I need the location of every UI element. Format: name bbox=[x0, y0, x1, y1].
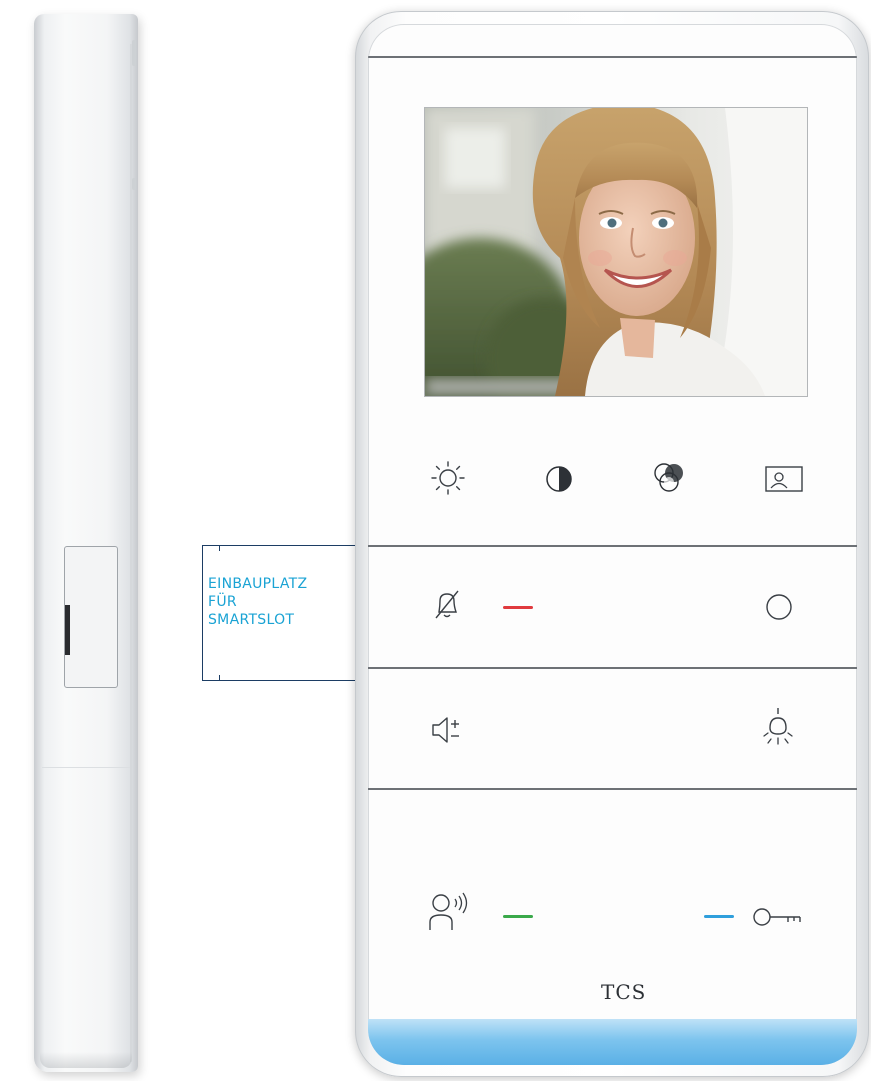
smartslot-cover[interactable] bbox=[64, 546, 118, 688]
top-divider bbox=[368, 56, 857, 58]
callout-label: EINBAUPLATZ FÜR SMARTSLOT bbox=[208, 575, 358, 629]
bell-muted-icon[interactable] bbox=[430, 588, 464, 622]
panel-divider bbox=[368, 545, 857, 547]
volume-icon[interactable] bbox=[430, 714, 464, 746]
brightness-icon[interactable] bbox=[430, 460, 466, 496]
woman-smiling-photo bbox=[425, 108, 807, 396]
video-screen bbox=[425, 108, 807, 396]
key-icon[interactable] bbox=[752, 904, 804, 930]
image-mode-icon[interactable] bbox=[764, 464, 804, 494]
led-blue-indicator bbox=[704, 915, 734, 918]
callout-line-2: FÜR bbox=[208, 594, 237, 610]
led-red-indicator bbox=[503, 606, 533, 609]
callout-line-3: SMARTSLOT bbox=[208, 612, 295, 628]
led-light-strip bbox=[368, 1019, 857, 1065]
circle-button-icon[interactable] bbox=[765, 593, 793, 621]
side-seam bbox=[42, 767, 130, 768]
device-face: TCS bbox=[368, 24, 857, 1065]
device-side-view bbox=[34, 14, 138, 1072]
side-front-edge bbox=[130, 44, 132, 1062]
color-saturation-icon[interactable] bbox=[650, 460, 688, 496]
smartslot-opening bbox=[65, 605, 70, 655]
side-notch bbox=[132, 178, 136, 190]
callout-line-1: EINBAUPLATZ bbox=[208, 576, 308, 592]
panel-divider bbox=[368, 667, 857, 669]
callout-tick bbox=[219, 675, 221, 681]
light-icon[interactable] bbox=[758, 706, 798, 750]
led-green-indicator bbox=[503, 915, 533, 918]
side-bottom-shade bbox=[40, 1052, 132, 1068]
brand-logo: TCS bbox=[601, 980, 647, 1004]
callout-tick bbox=[219, 545, 221, 551]
contrast-icon[interactable] bbox=[544, 464, 574, 494]
device-front-view: TCS bbox=[355, 11, 869, 1077]
side-notch bbox=[132, 40, 136, 66]
speak-icon[interactable] bbox=[428, 892, 468, 932]
panel-divider bbox=[368, 788, 857, 790]
